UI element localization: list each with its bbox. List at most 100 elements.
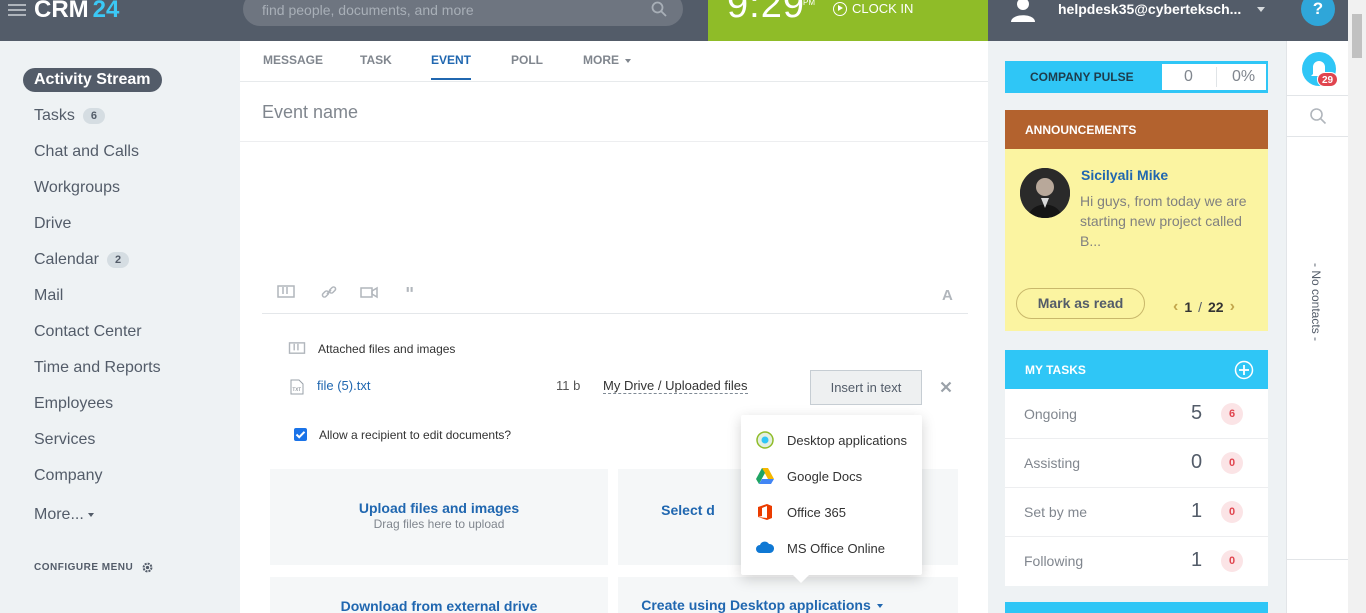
link-icon[interactable] xyxy=(320,284,338,300)
external-drive-tile[interactable]: Download from external drive xyxy=(270,577,608,613)
tab-event[interactable]: EVENT xyxy=(431,53,472,80)
sidebar-item-services[interactable]: Services xyxy=(34,431,95,449)
menu-item-google-docs[interactable]: Google Docs xyxy=(755,466,862,486)
announcements-title: ANNOUNCEMENTS xyxy=(1025,123,1137,137)
sidebar-item-calendar[interactable]: Calendar 2 xyxy=(34,251,130,269)
sidebar-item-tasks[interactable]: Tasks 6 xyxy=(34,107,106,125)
tab-poll[interactable]: POLL xyxy=(511,53,543,78)
tab-task[interactable]: TASK xyxy=(360,53,392,78)
divider xyxy=(240,141,988,142)
company-pulse-value: 0 xyxy=(1184,68,1193,85)
tab-message[interactable]: MESSAGE xyxy=(263,53,323,78)
tab-more[interactable]: MORE xyxy=(583,53,631,78)
company-pulse-label: COMPANY PULSE xyxy=(1030,70,1134,84)
company-pulse-widget[interactable]: COMPANY PULSE 0 0% xyxy=(1005,61,1268,93)
mark-as-read-button[interactable]: Mark as read xyxy=(1016,288,1145,319)
avatar[interactable] xyxy=(1020,168,1070,218)
sidebar-item-label: Workgroups xyxy=(34,179,120,196)
announcement-author[interactable]: Sicilyali Mike xyxy=(1081,167,1168,183)
add-task-icon[interactable] xyxy=(1234,360,1254,380)
next-widget-header xyxy=(1005,602,1268,613)
txt-file-icon: TXT xyxy=(290,379,304,395)
menu-item-label: Office 365 xyxy=(787,504,847,520)
sidebar-item-mail[interactable]: Mail xyxy=(34,287,63,305)
task-row-badge: 6 xyxy=(1221,403,1243,425)
menu-item-office-365[interactable]: Office 365 xyxy=(755,502,846,522)
attached-file-name[interactable]: file (5).txt xyxy=(317,378,370,393)
announcements-widget: ANNOUNCEMENTS Sicilyali Mike Hi guys, fr… xyxy=(1005,110,1268,331)
search-icon[interactable] xyxy=(1309,107,1327,125)
menu-item-ms-office-online[interactable]: MS Office Online xyxy=(755,538,885,558)
attached-file-path[interactable]: My Drive / Uploaded files xyxy=(603,378,748,394)
event-name-input[interactable]: Event name xyxy=(262,102,358,123)
chevron-right-icon[interactable]: › xyxy=(1230,298,1235,316)
attach-file-icon[interactable] xyxy=(277,284,295,300)
sidebar-item-label: Tasks xyxy=(34,107,75,124)
sidebar-item-employees[interactable]: Employees xyxy=(34,395,113,413)
task-row-assisting[interactable]: Assisting 0 0 xyxy=(1005,439,1268,488)
chevron-left-icon[interactable]: ‹ xyxy=(1173,298,1178,316)
sidebar-item-contact-center[interactable]: Contact Center xyxy=(34,323,142,341)
person-photo-icon xyxy=(1020,168,1070,218)
checkmark-icon xyxy=(295,431,306,439)
attached-file-size: 11 b xyxy=(556,378,581,393)
clock-widget[interactable]: 9:29 PM CLOCK IN xyxy=(708,0,988,41)
external-drive-title: Download from external drive xyxy=(340,598,538,613)
font-format-button[interactable]: A xyxy=(942,287,953,304)
task-row-ongoing[interactable]: Ongoing 5 6 xyxy=(1005,390,1268,439)
logo-text: CRM xyxy=(34,0,89,23)
left-sidebar: Activity Stream Tasks 6 Chat and Calls Wo… xyxy=(0,41,240,613)
sidebar-item-drive[interactable]: Drive xyxy=(34,215,71,233)
user-name[interactable]: helpdesk35@cyberteksch... xyxy=(1058,1,1241,17)
menu-item-label: MS Office Online xyxy=(787,540,886,556)
sidebar-item-chat-and-calls[interactable]: Chat and Calls xyxy=(34,143,139,161)
my-tasks-widget: MY TASKS Ongoing 5 6 Assisting 0 0 Set b… xyxy=(1005,350,1268,586)
svg-text:": " xyxy=(405,284,414,300)
sidebar-item-company[interactable]: Company xyxy=(34,467,102,485)
insert-in-text-button[interactable]: Insert in text xyxy=(810,370,922,405)
configure-menu-button[interactable]: CONFIGURE MENU xyxy=(34,561,154,574)
attach-file-icon xyxy=(288,342,306,354)
user-avatar-icon[interactable] xyxy=(1010,0,1036,22)
task-row-set-by-me[interactable]: Set by me 1 0 xyxy=(1005,488,1268,537)
sidebar-item-activity-stream[interactable]: Activity Stream xyxy=(23,68,162,92)
announcement-pager: ‹ 1 / 22 › xyxy=(1173,298,1235,316)
video-icon[interactable] xyxy=(360,284,378,300)
sidebar-item-label: Drive xyxy=(34,215,72,232)
sidebar-item-time-and-reports[interactable]: Time and Reports xyxy=(34,359,161,377)
create-desktop-tile[interactable]: Create using Desktop applications xyxy=(618,577,958,613)
allow-edit-checkbox[interactable] xyxy=(294,428,307,441)
tab-more-label: MORE xyxy=(583,53,619,67)
user-menu-caret-icon[interactable] xyxy=(1257,7,1265,12)
gear-icon xyxy=(142,562,153,573)
clock-in-button[interactable]: CLOCK IN xyxy=(833,1,913,16)
announcement-text[interactable]: Hi guys, from today we are starting new … xyxy=(1080,191,1260,251)
hamburger-menu-icon[interactable] xyxy=(8,4,26,18)
help-button[interactable]: ? xyxy=(1301,0,1335,26)
chevron-down-icon xyxy=(87,513,94,517)
quote-icon[interactable]: " xyxy=(403,284,421,300)
sidebar-item-more[interactable]: More... xyxy=(34,506,94,524)
task-row-following[interactable]: Following 1 0 xyxy=(1005,537,1268,586)
clock-ampm: PM xyxy=(803,0,815,7)
svg-text:TXT: TXT xyxy=(292,387,302,393)
google-drive-icon xyxy=(756,468,774,484)
sidebar-item-label: Calendar xyxy=(34,251,99,268)
pager-current: 1 xyxy=(1184,299,1193,315)
divider xyxy=(1287,559,1349,560)
scrollbar-thumb[interactable] xyxy=(1352,14,1362,58)
logo[interactable]: CRM 24 xyxy=(34,0,119,24)
announcements-header: ANNOUNCEMENTS xyxy=(1005,110,1268,149)
search-input[interactable]: find people, documents, and more xyxy=(243,0,683,26)
search-icon[interactable] xyxy=(651,1,667,17)
sidebar-item-label: Employees xyxy=(34,395,114,412)
task-row-label: Ongoing xyxy=(1024,406,1077,422)
close-icon[interactable] xyxy=(940,381,952,393)
chevron-down-icon xyxy=(625,58,631,63)
search-placeholder: find people, documents, and more xyxy=(262,2,474,18)
create-desktop-label: Create using Desktop applications xyxy=(641,597,871,613)
desktop-app-icon xyxy=(756,431,774,449)
menu-item-desktop-applications[interactable]: Desktop applications xyxy=(755,430,907,450)
page-scrollbar[interactable] xyxy=(1348,0,1366,613)
sidebar-item-workgroups[interactable]: Workgroups xyxy=(34,179,120,197)
